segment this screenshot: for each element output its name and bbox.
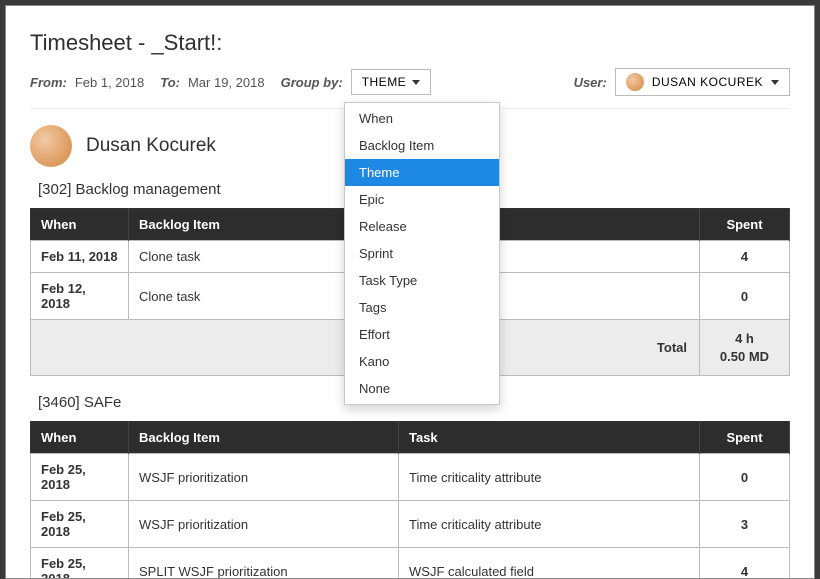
menu-item-task-type[interactable]: Task Type: [345, 267, 499, 294]
avatar-icon: [626, 73, 644, 91]
col-when: When: [31, 209, 129, 241]
menu-item-tags[interactable]: Tags: [345, 294, 499, 321]
from-value[interactable]: Feb 1, 2018: [75, 75, 144, 90]
to-value[interactable]: Mar 19, 2018: [188, 75, 265, 90]
menu-item-sprint[interactable]: Sprint: [345, 240, 499, 267]
col-spent: Spent: [700, 422, 790, 454]
groupby-dropdown[interactable]: THEME: [351, 69, 432, 95]
menu-item-backlog-item[interactable]: Backlog Item: [345, 132, 499, 159]
table-row[interactable]: Feb 25, 2018WSJF prioritizationTime crit…: [31, 454, 790, 501]
groupby-dropdown-label: THEME: [362, 75, 407, 89]
groupby-menu[interactable]: WhenBacklog ItemThemeEpicReleaseSprintTa…: [344, 102, 500, 405]
from-label: From:: [30, 75, 67, 90]
menu-item-none[interactable]: None: [345, 375, 499, 402]
chevron-down-icon: [412, 80, 420, 85]
menu-item-effort[interactable]: Effort: [345, 321, 499, 348]
menu-item-when[interactable]: When: [345, 105, 499, 132]
user-dropdown[interactable]: DUSAN KOCUREK: [615, 68, 790, 96]
user-dropdown-label: DUSAN KOCUREK: [652, 75, 763, 89]
menu-item-release[interactable]: Release: [345, 213, 499, 240]
menu-item-theme[interactable]: Theme: [345, 159, 499, 186]
groupby-label: Group by:: [281, 75, 343, 90]
avatar: [30, 125, 72, 167]
col-backlog: Backlog Item: [129, 422, 399, 454]
user-label: User:: [574, 75, 607, 90]
user-name: Dusan Kocurek: [86, 135, 216, 157]
to-label: To:: [160, 75, 180, 90]
menu-item-epic[interactable]: Epic: [345, 186, 499, 213]
table-row[interactable]: Feb 25, 2018SPLIT WSJF prioritizationWSJ…: [31, 548, 790, 579]
col-when: When: [31, 422, 129, 454]
col-task: Task: [399, 422, 700, 454]
table-row[interactable]: Feb 25, 2018WSJF prioritizationTime crit…: [31, 501, 790, 548]
chevron-down-icon: [771, 80, 779, 85]
col-spent: Spent: [700, 209, 790, 241]
page-title: Timesheet - _Start!:: [30, 30, 790, 56]
menu-item-kano[interactable]: Kano: [345, 348, 499, 375]
timesheet-table: WhenBacklog ItemTaskSpentFeb 25, 2018WSJ…: [30, 421, 790, 579]
